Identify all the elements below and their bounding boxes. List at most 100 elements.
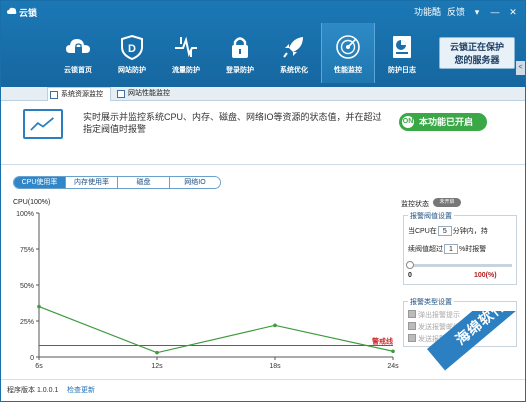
nav-label: 登录防护: [226, 67, 254, 74]
feature-description: 实时展示并监控系统CPU、内存、磁盘、网络IO等资源的状态值，并在超过指定阀值时…: [83, 112, 382, 134]
duration-row: 当CPU在 5 分钟内，持: [408, 226, 488, 236]
duration-prefix: 当CPU在: [408, 228, 437, 235]
feature-enabled-button[interactable]: ON 本功能已开启: [399, 113, 487, 131]
sms-alarm-checkbox[interactable]: [408, 334, 416, 342]
chart-canvas: 100% 75% 50% 25% 06s 12s 18s 24s 警戒线: [16, 211, 399, 370]
slider-min-label: 0: [408, 272, 412, 279]
x-tick-label: 6s: [35, 363, 43, 370]
tab-network-io[interactable]: 网络IO: [170, 177, 220, 188]
popup-alarm-label: 弹出报警提示: [418, 312, 460, 319]
traffic-icon: [175, 36, 197, 57]
threshold-label: 警戒线: [372, 336, 393, 345]
nav-label: 系统优化: [280, 67, 308, 74]
alarm-threshold-group: 报警阀值设置 当CPU在 5 分钟内，持 续阀值超过 1 %时报警 0 100(%): [403, 211, 517, 285]
cpu-data-point: [273, 323, 277, 328]
monitor-status-label: 监控状态: [401, 201, 429, 208]
nav-label: 防护日志: [388, 67, 416, 74]
side-collapse-tab[interactable]: <: [516, 61, 525, 75]
percent-suffix: %时报警: [459, 246, 487, 253]
log-icon: [393, 36, 411, 58]
nav-item-monitor[interactable]: 性能监控: [321, 23, 375, 83]
nav-item-optimize[interactable]: 系统优化: [267, 23, 321, 83]
check-update-link[interactable]: 检查更新: [67, 385, 95, 395]
y-tick-label: 75%: [20, 247, 34, 254]
menu-button[interactable]: ▾: [471, 6, 483, 18]
subtab-site-performance[interactable]: 网站性能监控: [115, 87, 179, 101]
power-on-icon: ON: [402, 116, 414, 128]
subtab-label: 网站性能监控: [128, 90, 170, 97]
alarm-type-title: 报警类型设置: [408, 297, 454, 307]
header: 云锁 功能酷 反馈 ▾ — ✕ 云锁首页 D 网站防护 流量防护 登录防护 系统…: [1, 1, 525, 87]
nav-label: 云锁首页: [64, 67, 92, 74]
radar-icon: [336, 35, 360, 59]
slider-knob[interactable]: [406, 261, 414, 269]
alarm-type-group: 报警类型设置 弹出报警提示 发送报警邮件 发送报警短信: [403, 297, 517, 347]
monitor-icon: [50, 91, 58, 99]
minimize-button[interactable]: —: [489, 6, 501, 18]
nav-item-web-protect[interactable]: D 网站防护: [105, 23, 159, 83]
y-tick-label: 25%: [20, 319, 34, 326]
info-banner: 实时展示并监控系统CPU、内存、磁盘、网络IO等资源的状态值，并在超过指定阀值时…: [1, 101, 525, 165]
email-alarm-label: 发送报警邮件: [418, 324, 460, 331]
svg-text:D: D: [128, 43, 136, 55]
x-tick-label: 18s: [269, 363, 281, 370]
alarm-threshold-title: 报警阀值设置: [408, 211, 454, 221]
email-alarm-checkbox[interactable]: [408, 322, 416, 330]
enable-label: 本功能已开启: [419, 117, 474, 127]
tab-cpu[interactable]: CPU使用率: [14, 177, 66, 188]
x-tick-label: 24s: [387, 363, 399, 370]
metric-tabs: CPU使用率 内存使用率 磁盘 网络IO: [13, 176, 221, 189]
top-links: 功能酷 反馈 ▾ — ✕: [414, 5, 519, 18]
sub-tabs: 系统资源监控 网站性能监控: [1, 87, 525, 101]
nav-item-traffic-protect[interactable]: 流量防护: [159, 23, 213, 83]
main-nav: 云锁首页 D 网站防护 流量防护 登录防护 系统优化 性能监控 防护日志: [51, 23, 429, 83]
popup-alarm-checkbox[interactable]: [408, 310, 416, 318]
line-chart-icon: [23, 109, 63, 139]
monitor-icon: [117, 90, 125, 98]
monitor-toggle[interactable]: 未开启: [433, 198, 461, 207]
feature-menu-link[interactable]: 功能酷: [414, 5, 441, 18]
shield-d-icon: D: [121, 34, 143, 60]
cpu-data-point: [391, 349, 395, 354]
percent-prefix: 续阀值超过: [408, 246, 443, 253]
duration-suffix: 分钟内，持: [452, 228, 488, 235]
app-title: 云锁: [19, 8, 38, 18]
footer: 程序版本 1.0.0.1 检查更新: [1, 379, 525, 401]
y-tick-label: 0: [30, 355, 34, 362]
padlock-icon: [232, 37, 248, 58]
sms-alarm-label: 发送报警短信: [418, 336, 460, 343]
x-tick-label: 12s: [151, 363, 163, 370]
nav-label: 流量防护: [172, 67, 200, 74]
feedback-link[interactable]: 反馈: [447, 5, 465, 18]
version-label: 程序版本 1.0.0.1: [7, 387, 59, 394]
cpu-chart: 100% 75% 50% 25% 0 6s 12s 18s 24s 警戒线 CPU(100%): [1, 197, 399, 373]
protect-status-line2: 您的服务器: [454, 55, 500, 65]
cloud-lock-icon: [66, 39, 90, 53]
slider-max-label: 100(%): [474, 272, 497, 279]
nav-item-home[interactable]: 云锁首页: [51, 23, 105, 83]
tab-disk[interactable]: 磁盘: [118, 177, 170, 188]
percent-input[interactable]: 1: [444, 244, 458, 254]
percent-row: 续阀值超过 1 %时报警: [408, 244, 486, 254]
nav-item-login-protect[interactable]: 登录防护: [213, 23, 267, 83]
nav-item-logs[interactable]: 防护日志: [375, 23, 429, 83]
tab-memory[interactable]: 内存使用率: [66, 177, 118, 188]
nav-label: 网站防护: [118, 67, 146, 74]
threshold-slider[interactable]: [406, 261, 512, 269]
nav-label: 性能监控: [334, 67, 362, 74]
y-tick-label: 100%: [16, 211, 34, 218]
protect-status-line1: 云锁正在保护: [449, 42, 504, 52]
protect-status-box: 云锁正在保护 您的服务器: [439, 37, 515, 69]
y-tick-label: 50%: [20, 283, 34, 290]
subtab-label: 系统资源监控: [61, 91, 103, 98]
cpu-data-point: [155, 350, 159, 355]
minutes-input[interactable]: 5: [437, 226, 452, 236]
app-window: 云锁 功能酷 反馈 ▾ — ✕ 云锁首页 D 网站防护 流量防护 登录防护 系统…: [0, 0, 526, 402]
settings-panel: 监控状态 未开启 报警阀值设置 当CPU在 5 分钟内，持 续阀值超过 1 %时报警 0…: [401, 197, 525, 373]
close-button[interactable]: ✕: [507, 6, 519, 18]
subtab-system-resource[interactable]: 系统资源监控: [47, 87, 111, 101]
chart-title: CPU(100%): [13, 199, 51, 206]
cpu-data-point: [37, 304, 41, 309]
rocket-icon: [283, 37, 303, 58]
title-bar: 云锁 功能酷 反馈 ▾ — ✕: [1, 1, 525, 23]
